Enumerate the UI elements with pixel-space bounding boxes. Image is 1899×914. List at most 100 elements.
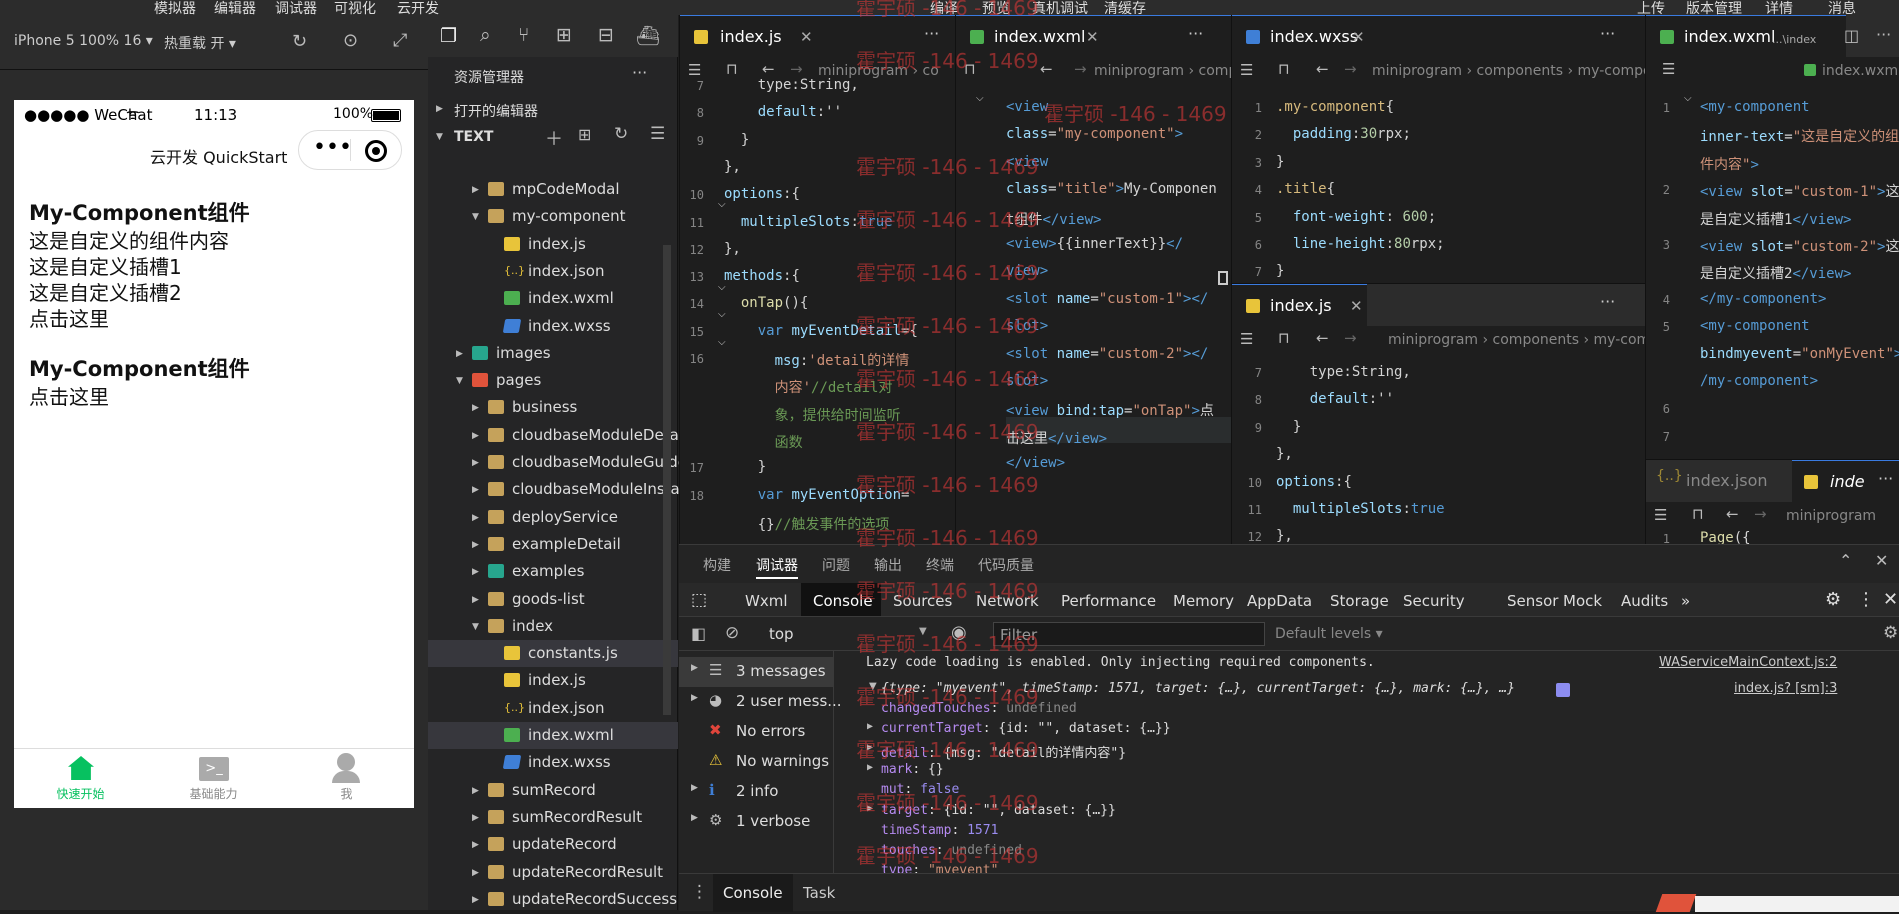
chevron-right-icon[interactable]: ▶ [867, 721, 873, 732]
devtools-tab[interactable]: Mock [1563, 592, 1602, 610]
list-icon[interactable]: ☰ [1654, 506, 1667, 524]
devtools-tab[interactable]: Storage [1330, 592, 1389, 610]
close-icon[interactable]: ✕ [1883, 589, 1898, 610]
close-icon[interactable]: ✕ [1350, 297, 1363, 315]
tab-basic-ability[interactable]: >_ 基础能力 [147, 749, 280, 808]
menu-cloud[interactable]: 云开发 [397, 0, 439, 15]
docker-icon[interactable]: ⛴ [636, 24, 660, 47]
drawer-tab-console[interactable]: Console [713, 874, 793, 912]
fold-icon[interactable]: ⌵ [976, 93, 984, 104]
search-icon[interactable]: ⌕ [480, 24, 491, 46]
chevron-down-icon[interactable]: ▼ [436, 132, 443, 142]
back-icon[interactable]: ← [1040, 60, 1053, 78]
open-editors[interactable]: 打开的编辑器 [454, 101, 538, 121]
console-filter-item[interactable]: ▶ ◕ 2 user mess... [679, 687, 842, 717]
chevron-right-icon[interactable]: ▶ [472, 450, 479, 477]
tree-folder[interactable]: ▶ updateRecord [428, 831, 678, 858]
stop-icon[interactable]: ⊙ [343, 30, 358, 51]
bookmark-icon[interactable]: ⊓ [1692, 505, 1704, 523]
chevron-right-icon[interactable]: ▶ [472, 805, 479, 832]
inspect-icon[interactable]: ⬚ [691, 590, 707, 610]
tree-folder[interactable]: ▶ business [428, 394, 678, 421]
forward-icon[interactable]: → [1344, 60, 1357, 78]
component-text[interactable]: 点击这里 [29, 306, 109, 333]
drawer-tab-task[interactable]: Task [803, 884, 835, 902]
tree-folder[interactable]: ▶ images [428, 340, 678, 367]
scrollbar[interactable] [663, 245, 671, 715]
devtools-tab[interactable]: AppData [1247, 592, 1312, 610]
back-icon[interactable]: ← [762, 60, 775, 78]
devtools-tab[interactable]: Audits [1621, 592, 1668, 610]
menu-real-debug[interactable]: 真机调试 [1032, 0, 1088, 15]
tree-folder[interactable]: ▶ goods-list [428, 586, 678, 613]
chevron-right-icon[interactable]: ▶ [691, 693, 698, 703]
chevron-right-icon[interactable]: ▶ [691, 783, 698, 793]
chevron-right-icon[interactable]: ▶ [472, 477, 479, 504]
tree-folder[interactable]: ▼ pages [428, 367, 678, 394]
debugger-tab[interactable]: 代码质量 [978, 555, 1034, 575]
tree-file[interactable]: index.js [428, 231, 678, 258]
chevron-right-icon[interactable]: ▶ [472, 778, 479, 805]
menu-upload[interactable]: 上传 [1637, 0, 1665, 15]
chevron-right-icon[interactable]: ▶ [472, 423, 479, 450]
bookmark-icon[interactable]: ⊓ [726, 60, 738, 78]
tree-folder[interactable]: ▶ sumRecordResult [428, 804, 678, 831]
extensions-icon[interactable]: ⊞ [556, 24, 572, 46]
gear-icon[interactable]: ⚙ [1883, 623, 1898, 643]
debugger-tab[interactable]: 终端 [926, 555, 954, 575]
split-editor-icon[interactable]: ◫ [1844, 26, 1859, 45]
debugger-tab[interactable]: 构建 [703, 555, 731, 575]
kebab-icon[interactable]: ⋮ [1857, 589, 1875, 610]
devtools-tab[interactable]: Sensor [1507, 592, 1558, 610]
devtools-tab[interactable]: Performance [1061, 592, 1156, 610]
tab-label[interactable]: index.json [1686, 471, 1768, 490]
chevron-right-icon[interactable]: ▶ [472, 860, 479, 887]
project-root[interactable]: TEXT [454, 129, 493, 145]
fold-icon[interactable]: ⌵ [718, 309, 726, 320]
storage-icon[interactable]: ⊟ [598, 24, 614, 46]
collapse-icon[interactable]: ☰ [650, 124, 665, 144]
back-icon[interactable]: ← [1726, 505, 1739, 523]
tree-folder[interactable]: ▶ sumRecord [428, 777, 678, 804]
more-icon[interactable]: ··· [1876, 25, 1891, 44]
tree-folder[interactable]: ▶ updateRecordSuccess [428, 886, 678, 913]
refresh-icon[interactable]: ↻ [292, 31, 307, 52]
close-icon[interactable]: ✕ [1352, 28, 1365, 46]
tree-folder[interactable]: ▼ my-component [428, 203, 678, 230]
sidebar-toggle-icon[interactable]: ◧ [691, 624, 706, 643]
close-miniprogram-icon[interactable] [365, 140, 387, 162]
menu-editor[interactable]: 编辑器 [214, 0, 256, 15]
chevron-right-icon[interactable]: ▶ [456, 341, 463, 368]
levels-select[interactable]: Default levels ▾ [1275, 626, 1383, 642]
devtools-tab[interactable]: Memory [1173, 592, 1234, 610]
explorer-more-icon[interactable]: ··· [632, 63, 647, 82]
close-icon[interactable]: ✕ [800, 28, 813, 46]
menu-details[interactable]: 详情 [1765, 0, 1793, 15]
console-filter-item[interactable]: ▶ ☰ 3 messages [679, 657, 834, 687]
menu-version[interactable]: 版本管理 [1686, 0, 1742, 15]
chevron-right-icon[interactable]: ▶ [691, 813, 698, 823]
more-icon[interactable]: ··· [924, 24, 939, 43]
tree-folder[interactable]: ▶ examples [428, 558, 678, 585]
back-icon[interactable]: ← [1316, 329, 1329, 347]
editor-tab-index-js[interactable]: index.js ✕ [1232, 284, 1367, 326]
tree-file[interactable]: {..} index.json [428, 695, 678, 722]
more-icon[interactable]: ··· [1600, 292, 1615, 311]
chevron-right-icon[interactable]: ▶ [472, 177, 479, 204]
component-text[interactable]: 点击这里 [29, 384, 109, 411]
chevron-down-icon[interactable]: ▼ [472, 204, 479, 231]
chevron-down-icon[interactable]: ▼ [456, 368, 463, 395]
devtools-tab[interactable]: Security [1403, 592, 1465, 610]
chevron-right-icon[interactable]: ▶ [472, 395, 479, 422]
chevron-up-icon[interactable]: ⌃ [1839, 551, 1852, 570]
tree-folder[interactable]: ▶ updateRecordResult [428, 859, 678, 886]
debugger-tab[interactable]: 调试器 [756, 555, 798, 579]
tree-file[interactable]: index.js [428, 667, 678, 694]
fold-icon[interactable]: ⌵ [718, 337, 726, 348]
close-icon[interactable]: ✕ [1086, 28, 1099, 46]
refresh-icon[interactable]: ↻ [614, 124, 628, 144]
fold-icon[interactable]: ⌵ [1684, 93, 1692, 104]
devtools-tab[interactable]: » [1681, 592, 1690, 610]
menu-debugger[interactable]: 调试器 [275, 0, 317, 15]
tree-file[interactable]: index.wxss [428, 313, 678, 340]
